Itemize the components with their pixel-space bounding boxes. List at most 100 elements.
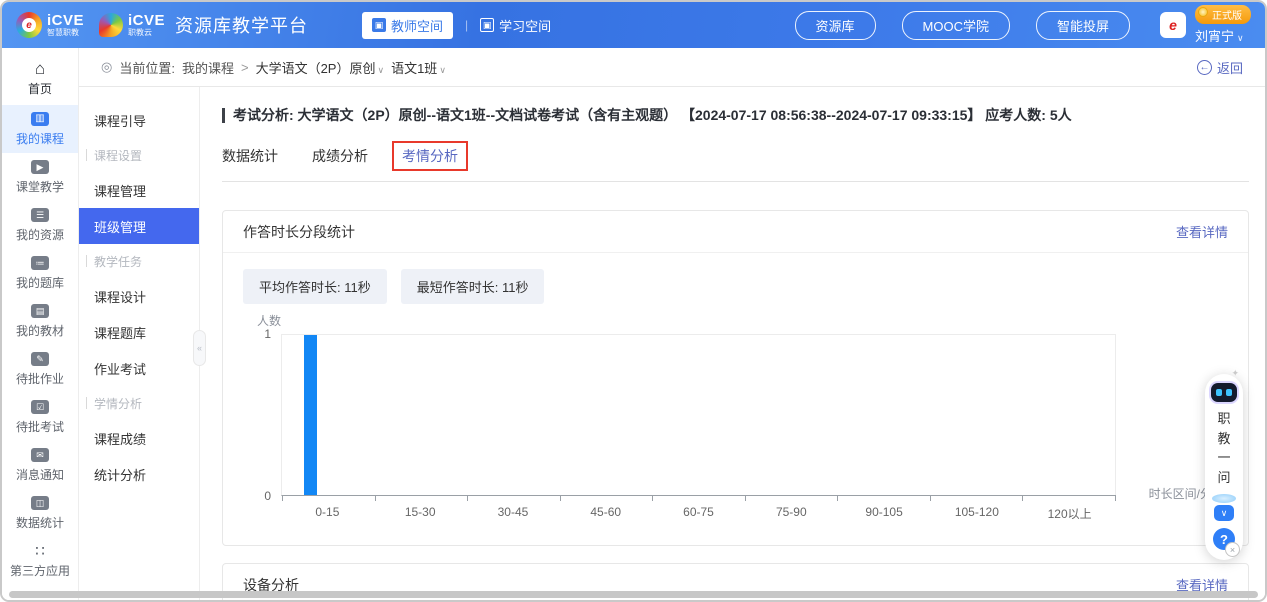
sidebar-item-data-statistics[interactable]: ◫数据统计 [2,489,78,537]
submenu-item-course-question-bank[interactable]: 课程题库 [79,314,199,350]
axis-tick [930,495,931,501]
question-bank-icon: ≔ [31,256,49,270]
version-badge: 正式版 [1195,5,1251,24]
x-tick-label: 60-75 [652,505,745,522]
header-pill-0[interactable]: 资源库 [795,11,876,40]
x-tick-label: 120以上 [1023,505,1116,522]
submenu-label: 课程引导 [94,111,146,130]
resources-icon: ☰ [31,208,49,222]
sidebar-item-home[interactable]: ⌂首页 [2,53,78,103]
submenu-label: 作业考试 [94,359,146,378]
username-menu[interactable]: 刘宵宁∨ [1195,26,1244,45]
stat-chip-0: 平均作答时长: 11秒 [243,269,387,304]
icve-shell-logo-icon [99,13,123,37]
submenu-label: 班级管理 [94,217,146,236]
textbook-icon: ▤ [31,304,49,318]
exam-icon: ☑ [31,400,49,414]
homework-icon: ✎ [31,352,49,366]
brand1-tagline: 智慧职教 [47,29,84,37]
sidebar-item-label: 数据统计 [16,514,64,531]
courses-icon: ▥ [31,112,49,126]
submenu-section-learning-analysis: 学情分析 [79,386,199,420]
sidebar-item-my-resources[interactable]: ☰我的资源 [2,201,78,249]
breadcrumb-separator: > [241,60,249,75]
icve-swirl-logo-icon: e [16,12,42,38]
sidebar-item-my-question-bank[interactable]: ≔ 我的题库 [2,249,78,297]
sidebar-item-my-textbooks[interactable]: ▤我的教材 [2,297,78,345]
sidebar-item-my-courses[interactable]: ▥ 我的课程 [2,105,78,153]
axis-tick [745,495,746,501]
submenu-collapse-button[interactable]: « [193,330,206,366]
learning-space-button[interactable]: ▣ 学习空间 [480,16,551,35]
teacher-space-label: 教师空间 [391,16,443,35]
submenu-label: 课程成绩 [94,429,146,448]
x-labels: 0-1515-3030-4545-6060-7575-9090-105105-1… [281,505,1116,522]
top-header: e iCVE 智慧职教 iCVE 职教云 资源库教学平台 ▣ 教师空间 | ▣ … [2,2,1265,48]
sidebar-item-label: 我的课程 [16,130,64,147]
avatar[interactable]: e [1160,12,1186,38]
plot-area [281,334,1116,496]
submenu-item-course-design[interactable]: 课程设计 [79,278,199,314]
sparkle-icon: ✦ [1231,368,1239,379]
submenu-item-statistical-analysis[interactable]: 统计分析 [79,456,199,492]
assistant-tool-button[interactable]: ∨ [1214,505,1234,521]
learning-space-label: 学习空间 [499,16,551,35]
axis-tick [652,495,653,501]
submenu-label: 课程设计 [94,287,146,306]
teacher-space-button[interactable]: ▣ 教师空间 [362,12,453,39]
sidebar-item-label: 待批考试 [16,418,64,435]
sidebar-item-pending-exams[interactable]: ☑ 待批考试 [2,393,78,441]
title-accent-bar [222,108,225,123]
x-tick-label: 90-105 [838,505,931,522]
medal-icon [1198,7,1208,17]
submenu-section-teaching-tasks: 教学任务 [79,244,199,278]
axis-tick [837,495,838,501]
tab-data-statistics[interactable]: 数据统计 [222,141,278,171]
sidebar-item-pending-homework[interactable]: ✎ 待批作业 [2,345,78,393]
section-bar [86,255,87,267]
submenu-item-course-grades[interactable]: 课程成绩 [79,420,199,456]
y-tick-max: 1 [247,327,271,341]
tab-score-analysis[interactable]: 成绩分析 [312,141,368,171]
bar-0-15 [304,335,317,495]
axis-tick [1115,495,1116,501]
app-window: e iCVE 智慧职教 iCVE 职教云 资源库教学平台 ▣ 教师空间 | ▣ … [0,0,1267,602]
exam-analysis-title: 考试分析: 大学语文（2P）原创--语文1班--文档试卷考试（含有主观题） 【2… [222,105,1249,125]
breadcrumb-class-dropdown[interactable]: 语文1班∨ [391,58,446,77]
breadcrumb-root[interactable]: 我的课程 [182,58,234,77]
x-tick-label: 105-120 [930,505,1023,522]
submenu-item-course-guide[interactable]: 课程引导 [79,102,199,138]
axis-tick [375,495,376,501]
sidebar-item-label: 我的题库 [16,274,64,291]
y-tick-min: 0 [247,489,271,503]
message-icon: ✉ [31,448,49,462]
apps-icon: ∷ [31,544,49,558]
sidebar-item-label: 待批作业 [16,370,64,387]
chevron-down-icon: ∨ [377,65,384,75]
submenu-item-class-management[interactable]: 班级管理 [79,208,199,244]
header-pill-1[interactable]: MOOC学院 [902,11,1010,40]
duration-detail-link[interactable]: 查看详情 [1176,222,1228,241]
stat-chips: 平均作答时长: 11秒最短作答时长: 11秒 [243,269,1228,304]
x-tick-label: 45-60 [559,505,652,522]
section-bar [86,397,87,409]
sidebar-item-third-party-apps[interactable]: ∷第三方应用 [2,537,78,585]
home-icon: ⌂ [31,60,49,76]
header-pill-2[interactable]: 智能投屏 [1036,11,1130,40]
breadcrumb: ◎ 当前位置: 我的课程 > 大学语文（2P）原创∨ 语文1班∨ ← 返回 [79,48,1265,87]
robot-assistant-icon[interactable] [1211,383,1237,402]
assistant-name[interactable]: 职教一问 [1217,409,1232,487]
breadcrumb-course-dropdown[interactable]: 大学语文（2P）原创∨ [256,58,385,77]
back-button[interactable]: ← 返回 [1197,58,1243,77]
brand1-name: iCVE [47,13,84,29]
tab-exam-situation-analysis[interactable]: 考情分析 [392,141,468,171]
submenu-item-course-management[interactable]: 课程管理 [79,172,199,208]
submenu-item-homework-exams[interactable]: 作业考试 [79,350,199,386]
platform-title: 资源库教学平台 [175,12,308,38]
horizontal-scrollbar[interactable] [9,591,1258,598]
sidebar-item-messages[interactable]: ✉消息通知 [2,441,78,489]
duration-bar-chart: 人数 1 0 0-1515-3030-4545-6060-7575-9090-1… [243,312,1228,528]
sidebar-item-classroom-teaching[interactable]: ▶课堂教学 [2,153,78,201]
assistant-close-button[interactable]: × [1225,542,1240,557]
nav-divider: | [465,18,468,32]
